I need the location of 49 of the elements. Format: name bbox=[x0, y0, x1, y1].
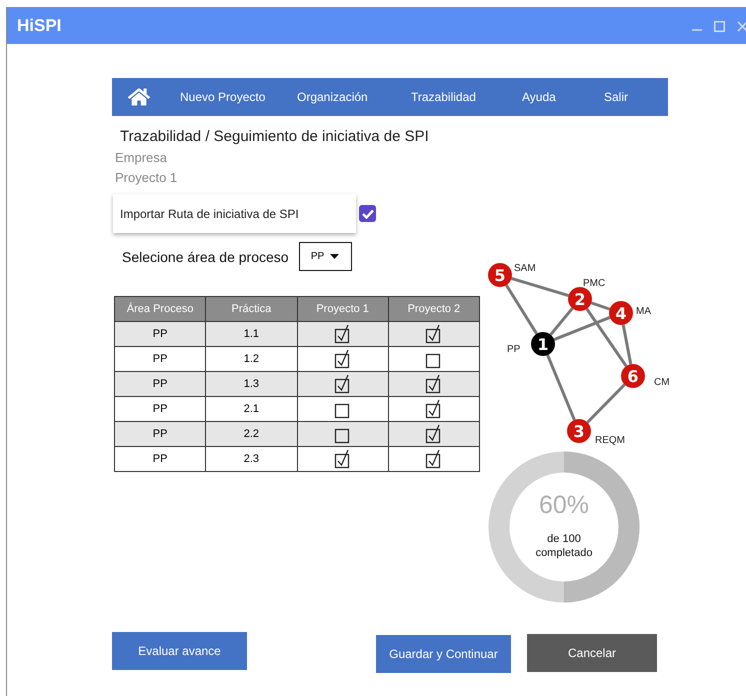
graph-node: 4 bbox=[609, 301, 633, 325]
graph-node: 5 bbox=[488, 263, 512, 287]
table-checkbox[interactable] bbox=[424, 374, 443, 394]
window-title: HiSPI bbox=[17, 16, 62, 36]
connector-line bbox=[586, 384, 626, 424]
column-header: Práctica bbox=[206, 296, 297, 322]
column-header: Área Proceso bbox=[114, 296, 206, 322]
table-checkbox[interactable] bbox=[424, 324, 443, 344]
evaluate-button[interactable]: Evaluar avance bbox=[112, 632, 247, 670]
progress-caption: de 100 completado bbox=[534, 532, 594, 560]
table-checkbox[interactable] bbox=[334, 374, 352, 394]
nav-link[interactable]: Ayuda bbox=[522, 90, 556, 104]
page-heading: Trazabilidad / Seguimiento de iniciativa de SPI bbox=[120, 128, 430, 145]
caret-icon bbox=[330, 254, 340, 259]
node-label: PP bbox=[507, 344, 520, 355]
node-label: PMC bbox=[583, 278, 606, 289]
graph-node: 3 bbox=[567, 419, 591, 443]
nav-link[interactable]: Nuevo Proyecto bbox=[180, 90, 266, 104]
import-option-label: Importar Ruta de iniciativa de SPI bbox=[113, 194, 356, 233]
table-checkbox[interactable] bbox=[424, 424, 443, 444]
column-header: Proyecto 1 bbox=[297, 296, 388, 322]
table-checkbox[interactable] bbox=[424, 399, 443, 419]
process-area-dropdown[interactable]: PP bbox=[298, 242, 352, 271]
nav-link[interactable]: Trazabilidad bbox=[411, 90, 476, 104]
import-checkbox[interactable] bbox=[359, 205, 376, 222]
save-button[interactable]: Guardar y Continuar bbox=[376, 635, 511, 673]
node-label: MA bbox=[636, 306, 651, 317]
node-label: REQM bbox=[595, 435, 625, 446]
node-label: SAM bbox=[514, 263, 536, 274]
process-area-label: Selecione área de proceso bbox=[122, 248, 289, 264]
progress-percent: 60% bbox=[538, 490, 590, 520]
table-checkbox[interactable] bbox=[424, 449, 443, 469]
nav-link[interactable]: Organización bbox=[297, 90, 368, 104]
project-name: Proyecto 1 bbox=[115, 169, 178, 186]
table-checkbox[interactable] bbox=[334, 449, 352, 469]
table-checkbox[interactable] bbox=[334, 349, 352, 369]
table-cell: 2.3 bbox=[206, 446, 297, 472]
graph-node: 1 bbox=[531, 332, 555, 356]
graph-node: 6 bbox=[621, 364, 645, 388]
column-header: Proyecto 2 bbox=[388, 296, 480, 322]
home-icon[interactable] bbox=[128, 86, 150, 108]
cancel-button[interactable]: Cancelar bbox=[527, 634, 657, 672]
node-label: CM bbox=[654, 377, 670, 388]
company-name: Empresa bbox=[115, 149, 168, 166]
graph-node: 2 bbox=[568, 287, 592, 311]
table-cell: PP bbox=[114, 446, 206, 472]
connector-line bbox=[546, 354, 576, 420]
table-checkbox[interactable] bbox=[334, 324, 352, 344]
nav-link[interactable]: Salir bbox=[604, 90, 628, 104]
